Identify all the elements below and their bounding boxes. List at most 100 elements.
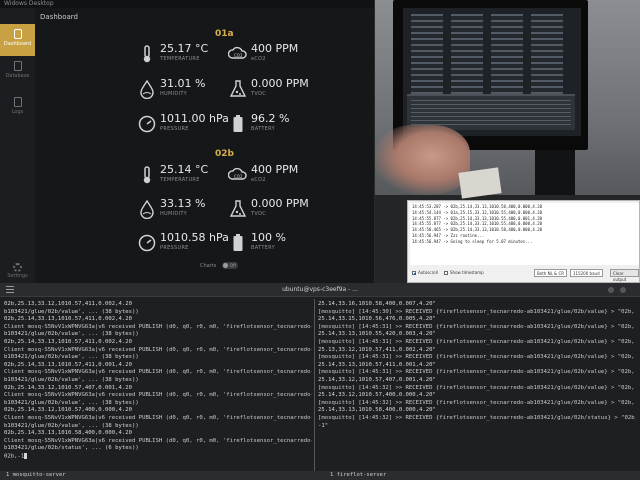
sidebar-item-dashboard[interactable]: Dashboard (0, 24, 35, 56)
dashboard-icon (13, 29, 22, 39)
paper (458, 167, 502, 199)
battery-icon (233, 234, 243, 251)
gauge-icon (138, 115, 156, 133)
tmux-statusbar: 1 mosquitto-server 1 fireflot-server (0, 471, 640, 480)
battery-icon (233, 115, 243, 132)
terminal-line: 25.14,33.13,1010.57,411,0.001,4.20" (318, 361, 436, 368)
serial-output: 14:45:53.287 -> 02b,25.14,33.13,1010.58,… (410, 203, 639, 265)
metric-value: 100 % (251, 231, 286, 244)
minimize-icon[interactable] (608, 287, 614, 293)
terminal-line: [mosquitto] [14:45:31] >> RECEIVED {fire… (318, 338, 635, 345)
close-icon[interactable] (620, 287, 626, 293)
sidebar-item-label: Settings (7, 273, 28, 279)
terminal-line: -1" (318, 422, 329, 429)
sidebar-item-database[interactable]: Database (0, 56, 35, 88)
terminal-line: Client mosq-S5NvV1xWPNVG63a|v6 received … (4, 437, 312, 444)
terminal-line: 02b,25.14,33.12,1010.57,400,0.000,4.20 (4, 407, 132, 414)
svg-text:CO2: CO2 (234, 174, 243, 179)
timestamp-checkbox[interactable] (444, 271, 448, 275)
device-title: 01a (215, 29, 234, 39)
serial-monitor-window: 14:45:53.287 -> 02b,25.14,33.13,1010.58,… (407, 200, 640, 283)
metric-label: TEMPERATURE (160, 56, 200, 62)
terminal-line: 02b,25.14,33.13,1010.57,411,0.001,4.20 (4, 361, 132, 368)
autoscroll-checkbox[interactable] (412, 271, 416, 275)
terminal-line: [mosquitto] [14:45:32] >> RECEIVED {fire… (318, 414, 636, 421)
metric-value: 25.17 °C (160, 42, 209, 55)
terminal-line: Client mosq-S5NvV1xWPNVG63a|v6 received … (4, 346, 312, 353)
terminal-line: b103421/glue/02b/value', ... (38 bytes)) (4, 422, 139, 429)
charts-toggle-state: Off (230, 263, 236, 268)
line-ending-select[interactable]: Both NL & CR (534, 269, 568, 277)
terminal-line: Client mosq-S5NvV1xWPNVG63a|v6 received … (4, 392, 312, 399)
dashboard-window: Widows Desktop Dashboard Database Logs S… (0, 0, 375, 283)
tab-fireflot-server[interactable]: 1 fireflot-server (330, 472, 386, 478)
sidebar-item-label: Dashboard (3, 41, 32, 47)
terminal-line: 02b,25.14,33.13,1010.58,400,0.000,4.20 (4, 430, 132, 437)
terminal-title: ubuntu@vps-c3eef9a - ... (282, 286, 358, 293)
terminal-line: 02b,25.13,33.12,1010.57,411,0.002,4.20 (4, 301, 132, 307)
cloud-co2-icon: CO2 (228, 167, 247, 180)
terminal-line: 02b,25.14,33.13,1010.57,411,0.002,4.20 (4, 338, 132, 345)
metric-label: HUMIDITY (160, 211, 188, 217)
terminal-line: [mosquitto] [14:45:32] >> RECEIVED {fire… (318, 384, 635, 391)
terminal-line: 02b,25.14,33.12,1010.57,407,0.001,4.20 (4, 384, 132, 391)
svg-text:CO2: CO2 (234, 53, 243, 58)
metric-value: 400 PPM (251, 163, 299, 176)
sidebar-item-settings[interactable]: Settings (0, 263, 35, 279)
metric-value: 400 PPM (251, 42, 299, 55)
terminal-line: 02b,-1 (4, 452, 312, 461)
sidebar-item-logs[interactable]: Logs (0, 92, 35, 124)
terminal-pane-fireflot[interactable]: 25.14,33.16,1010.58,400,0.007,4.20" [mosq… (318, 301, 636, 469)
metric-value: 0.000 PPM (251, 77, 309, 90)
metric-label: HUMIDITY (160, 91, 188, 97)
sidebar-item-label: Logs (11, 109, 24, 115)
hand (375, 125, 470, 195)
terminal-line: Client mosq-S5NvV1xWPNVG63a|v6 received … (4, 323, 312, 330)
metric-value: 0.000 PPM (251, 197, 309, 210)
page-title: Dashboard (40, 13, 78, 21)
metric-value: 96.2 % (251, 112, 290, 125)
terminal-line: b103421/glue/02b/value', ... (38 bytes)) (4, 354, 139, 361)
clear-output-button[interactable]: Clear output (610, 269, 639, 282)
terminal-line: b103421/glue/02b/status', ... (6 bytes)) (4, 445, 139, 452)
terminal-line: 25.14,33.13,1010.58,400,0.000,4.20" (318, 407, 436, 414)
terminal-line: 25.14,33.16,1010.58,400,0.007,4.20" (318, 301, 436, 307)
terminal-pane-mosquitto[interactable]: 02b,25.13,33.12,1010.57,411,0.002,4.20 b1… (4, 301, 312, 469)
terminal-line: b103421/glue/02b/value', ... (38 bytes)) (4, 376, 139, 383)
metric-label: BATTERY (251, 126, 275, 132)
metric-value: 1011.00 hPa (160, 112, 229, 125)
terminal-line: b103421/glue/02b/value', ... (38 bytes)) (4, 331, 139, 338)
terminal-line: [mosquitto] [14:45:31] >> RECEIVED {fire… (318, 354, 635, 361)
pane-divider[interactable] (314, 299, 315, 471)
terminal-line: 25.14,33.12,1010.57,400,0.000,4.20" (318, 392, 436, 399)
thermometer-icon (143, 45, 151, 63)
metric-value: 31.01 % (160, 77, 206, 90)
charts-toggle[interactable]: Off (222, 262, 238, 269)
baud-select[interactable]: 115200 baud (570, 269, 603, 277)
terminal-line: [mosquitto] [14:45:31] >> RECEIVED {fire… (318, 323, 635, 330)
database-icon (13, 61, 22, 71)
window-title: Widows Desktop (0, 0, 374, 8)
metric-value: 1010.58 hPa (160, 231, 229, 244)
tab-mosquitto-server[interactable]: 1 mosquitto-server (6, 472, 66, 478)
metric-label: eCO2 (251, 177, 266, 183)
humidity-drop-icon (140, 79, 154, 99)
autoscroll-label: Autoscroll (418, 270, 438, 275)
metric-eco2: CO2 400 PPM eCO2 (228, 163, 338, 189)
metric-battery: 96.2 % BATTERY (228, 112, 338, 138)
terminal-line: 25.14,33.13,1010.55,420,0.003,4.20" (318, 331, 436, 338)
gear-icon (13, 263, 22, 272)
timestamp-label: Show timestamp (450, 270, 484, 275)
metric-label: TVOC (251, 91, 267, 97)
terminal-line: [mosquitto] [14:45:30] >> RECEIVED {fire… (318, 308, 635, 315)
metric-battery: 100 % BATTERY (228, 231, 338, 257)
terminal-line: Client mosq-S5NvV1xWPNVG63a|v6 received … (4, 414, 312, 421)
flask-icon (229, 200, 247, 217)
metric-label: TEMPERATURE (160, 177, 200, 183)
metric-label: BATTERY (251, 245, 275, 251)
terminal-line: 25.14,33.12,1010.57,407,0.001,4.20" (318, 376, 436, 383)
terminal-line: b103421/glue/02b/value', ... (38 bytes)) (4, 399, 139, 406)
charts-label: Charts (200, 263, 217, 269)
metric-value: 33.13 % (160, 197, 206, 210)
terminal-line: [mosquitto] [14:45:31] >> RECEIVED {fire… (318, 369, 635, 376)
